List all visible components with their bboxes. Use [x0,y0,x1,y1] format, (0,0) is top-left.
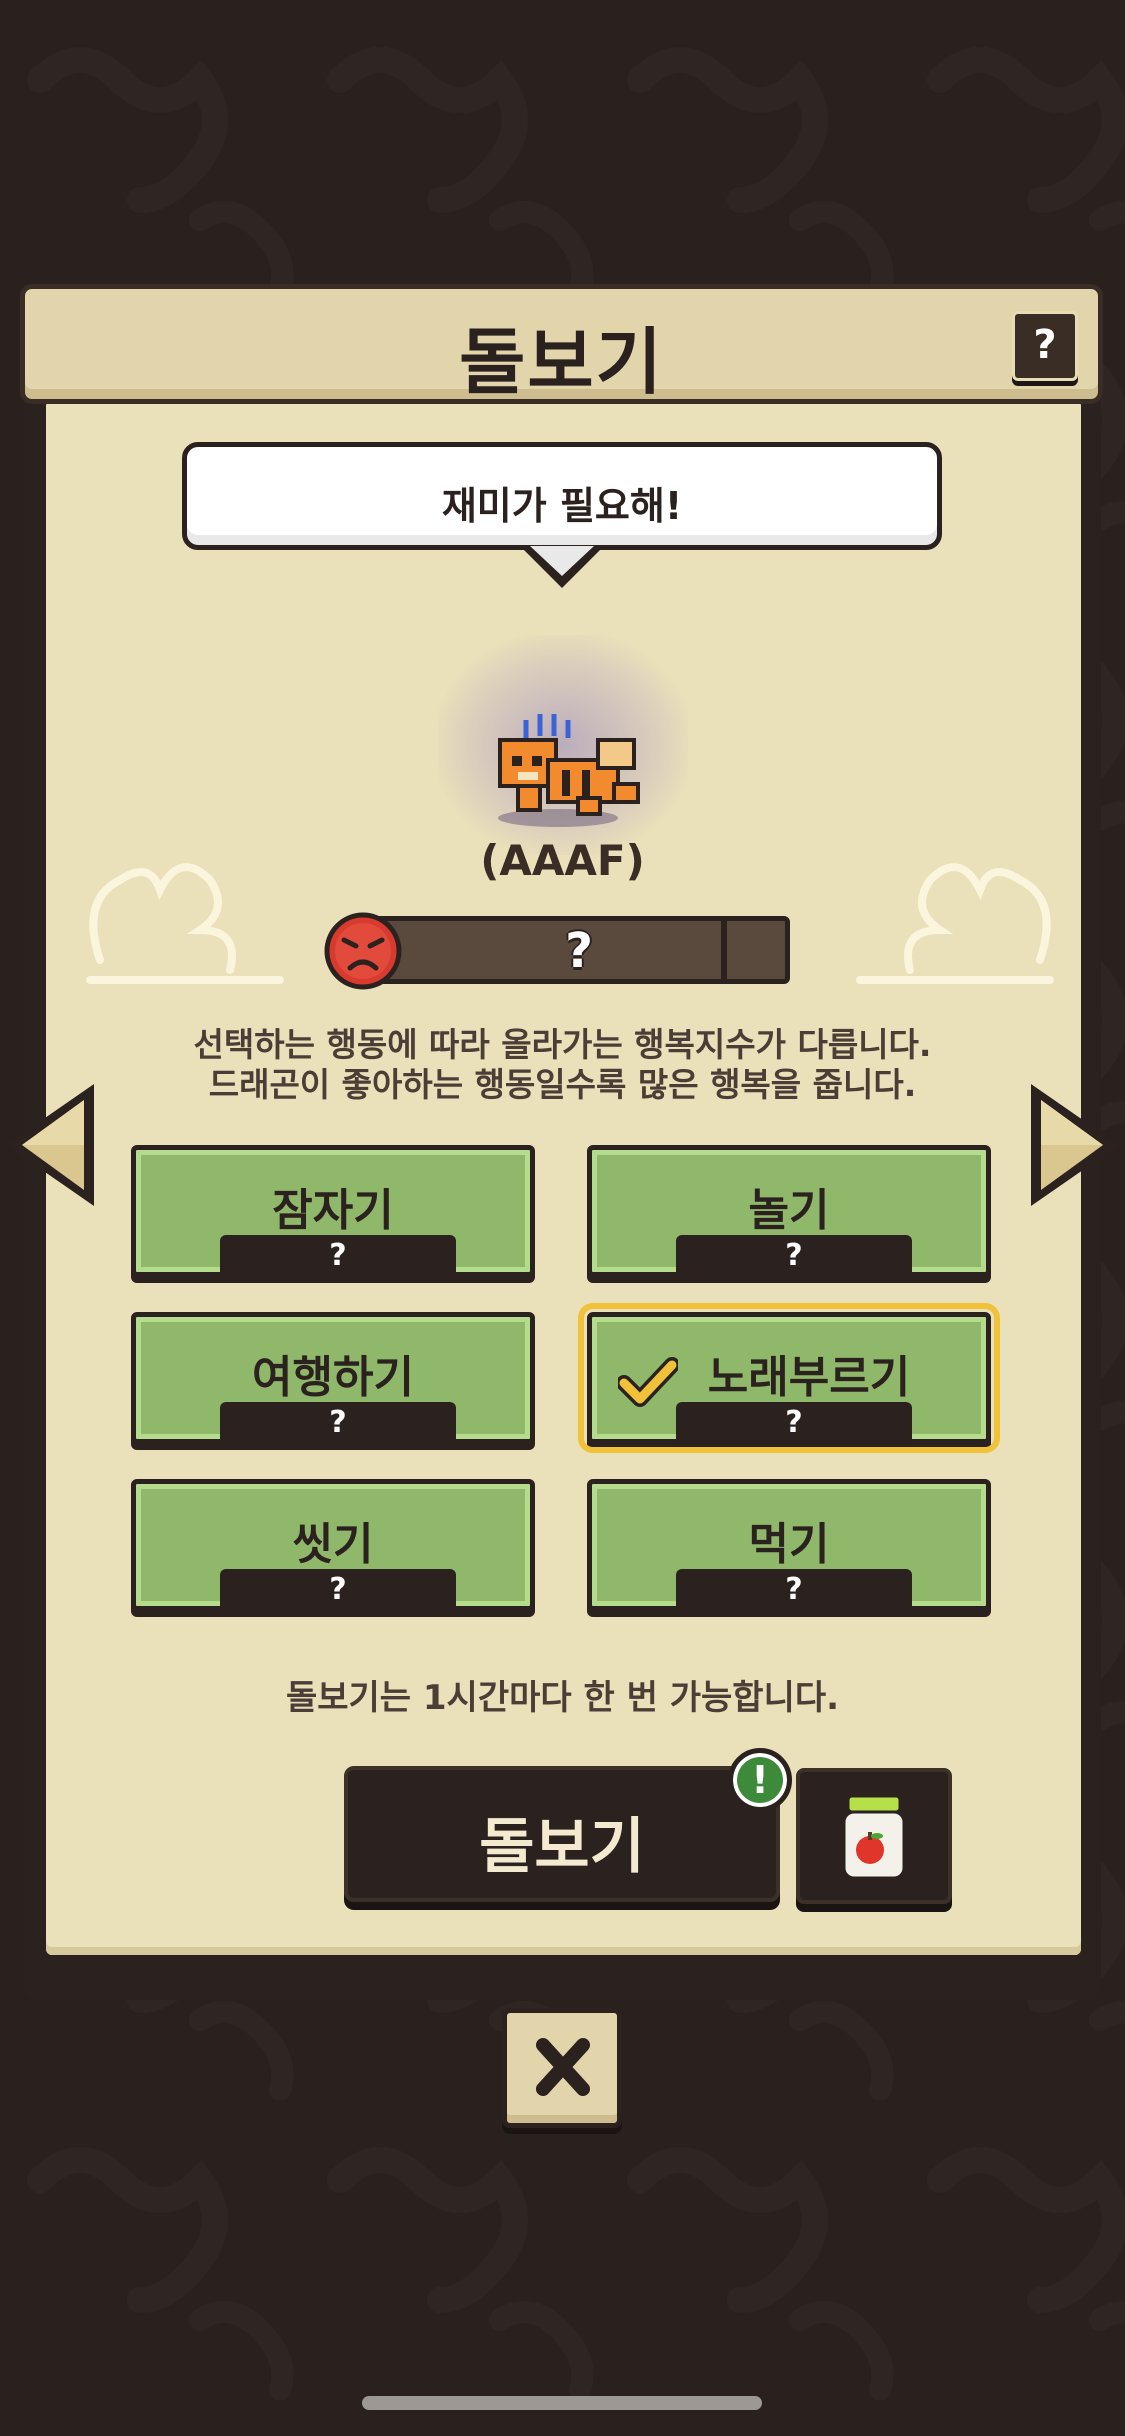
apple-jar-icon [842,1794,906,1880]
action-play-button[interactable]: 놀기 ? [587,1145,991,1277]
help-button[interactable]: ? [1012,311,1078,381]
happiness-value: ? [565,923,593,979]
home-indicator[interactable] [362,2396,762,2410]
swirl-decoration-left-icon [86,863,284,984]
angry-face-icon [324,912,402,990]
action-sing-button[interactable]: 노래부르기 ? [578,1303,1000,1453]
action-value: ? [676,1569,912,1609]
care-button[interactable]: 돌보기 [344,1766,780,1902]
speech-bubble-text: 재미가 필요해! [441,484,683,528]
action-label: 놀기 [748,1185,830,1236]
cooldown-note: 돌보기는 1시간마다 한 번 가능합니다. [285,1678,840,1718]
action-value: ? [676,1402,912,1442]
action-value: ? [220,1235,456,1275]
speech-bubble: 재미가 필요해! [182,442,942,550]
dragon-sprite-icon [498,714,640,827]
action-label: 먹기 [748,1519,830,1570]
care-button-label: 돌보기 [479,1812,645,1882]
action-value: ? [220,1402,456,1442]
description-line-2: 드래곤이 좋아하는 행동일수록 많은 행복을 줍니다. [208,1065,917,1104]
description-line-1: 선택하는 행동에 따라 올라가는 행복지수가 다릅니다. [193,1025,932,1064]
item-jar-button[interactable] [796,1768,952,1904]
action-wash-button[interactable]: 씻기 ? [131,1479,535,1611]
alert-badge: ! [728,1748,792,1812]
happiness-bar: ? [368,916,790,984]
close-button[interactable] [502,2008,622,2128]
description: 선택하는 행동에 따라 올라가는 행복지수가 다릅니다. 드래곤이 좋아하는 행… [0,1025,1125,1105]
action-eat-button[interactable]: 먹기 ? [587,1479,991,1611]
speech-bubble-tail [520,546,604,588]
previous-arrow-icon[interactable] [0,1080,100,1210]
action-value: ? [676,1235,912,1275]
swirl-decoration-right-icon [856,863,1054,984]
close-icon [536,2038,590,2096]
next-arrow-icon[interactable] [1025,1080,1125,1210]
action-value: ? [220,1569,456,1609]
page-title: 돌보기 [459,320,664,404]
action-label: 노래부르기 [707,1352,911,1403]
action-sleep-button[interactable]: 잠자기 ? [131,1145,535,1277]
action-label: 여행하기 [252,1352,414,1403]
action-label: 씻기 [292,1519,374,1570]
action-label: 잠자기 [272,1185,394,1236]
panel-header: 돌보기 ? [20,284,1103,404]
action-travel-button[interactable]: 여행하기 ? [131,1312,535,1444]
